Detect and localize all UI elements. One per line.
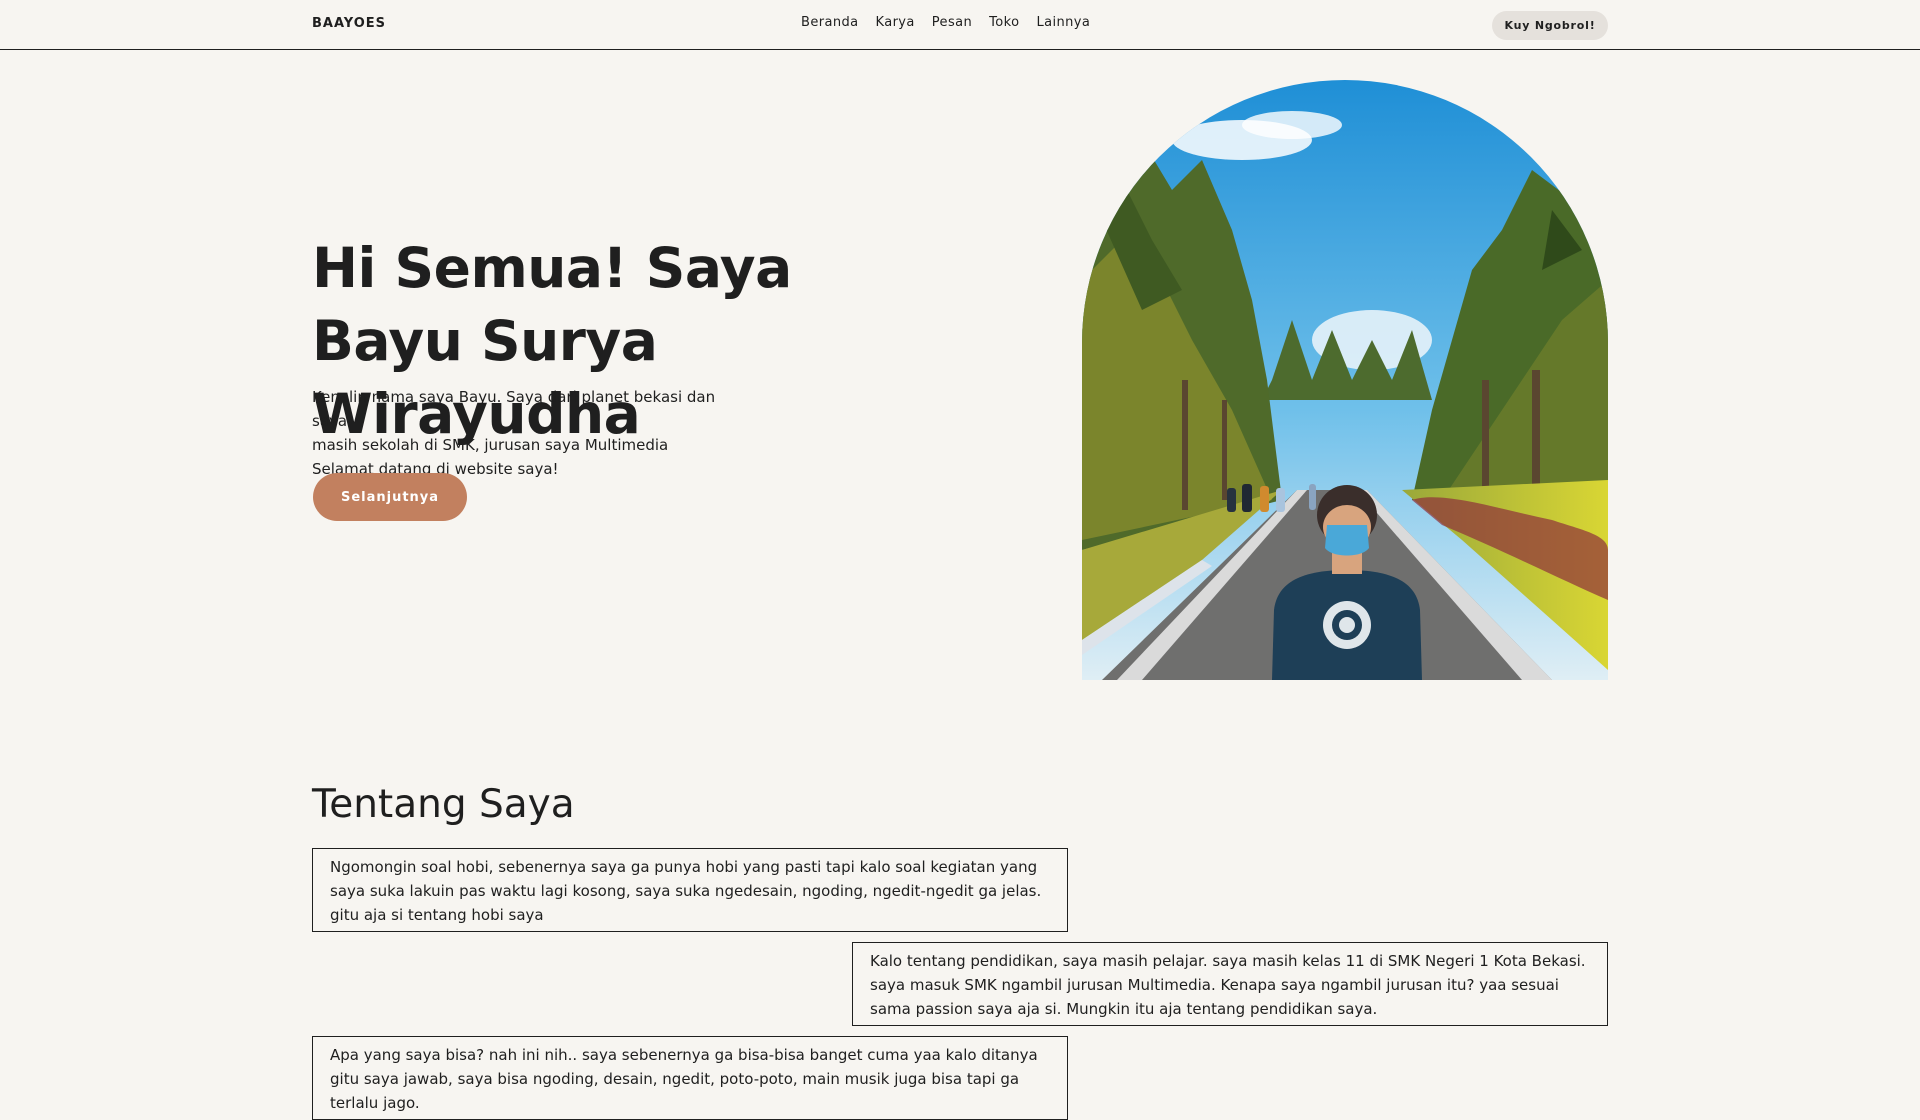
brand-logo[interactable]: BAAYOES <box>312 16 386 31</box>
hero-description-line: masih sekolah di SMK, jurusan saya Multi… <box>312 436 669 454</box>
chat-cta-button[interactable]: Kuy Ngobrol! <box>1492 11 1608 40</box>
nav-link-toko[interactable]: Toko <box>989 15 1019 30</box>
nav-link-lainnya[interactable]: Lainnya <box>1036 15 1090 30</box>
hero-description: Kenalin nama saya Bayu. Saya dari planet… <box>312 385 752 481</box>
about-card-education: Kalo tentang pendidikan, saya masih pela… <box>852 942 1608 1026</box>
nav-link-karya[interactable]: Karya <box>876 15 915 30</box>
hero-description-line: Kenalin nama saya Bayu. Saya dari planet… <box>312 388 716 430</box>
about-card-skills: Apa yang saya bisa? nah ini nih.. saya s… <box>312 1036 1068 1120</box>
about-title: Tentang Saya <box>312 782 575 827</box>
nav-links: Beranda Karya Pesan Toko Lainnya <box>801 15 1090 30</box>
nav-link-beranda[interactable]: Beranda <box>801 15 859 30</box>
about-card-hobby: Ngomongin soal hobi, sebenernya saya ga … <box>312 848 1068 932</box>
next-button[interactable]: Selanjutnya <box>313 473 467 521</box>
navbar: BAAYOES Beranda Karya Pesan Toko Lainnya… <box>0 0 1920 50</box>
nav-link-pesan[interactable]: Pesan <box>932 15 972 30</box>
profile-photo <box>1082 80 1608 680</box>
